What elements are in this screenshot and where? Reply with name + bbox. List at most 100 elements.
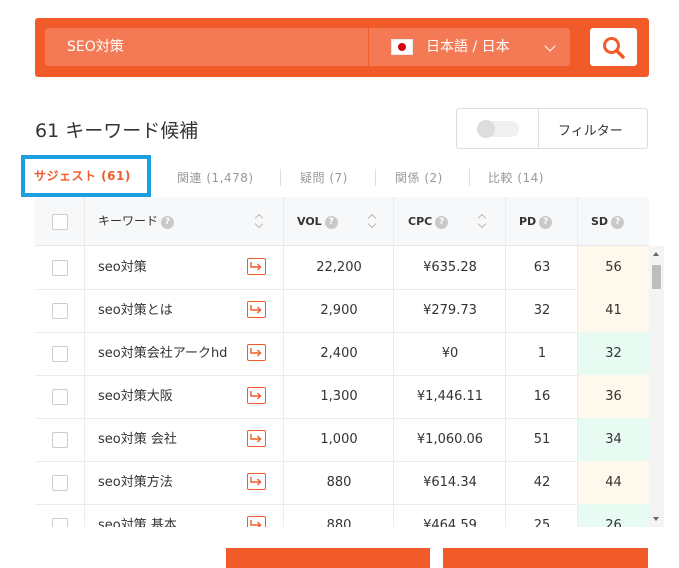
col-sd-label: SD (591, 215, 609, 228)
table-row: seo対策方法 880 ¥614.34 42 44 (35, 461, 649, 505)
cpc-cell: ¥1,446.11 (416, 389, 484, 404)
bottom-action-button-left[interactable] (226, 548, 430, 568)
table-row: seo対策とは 2,900 ¥279.73 32 41 (35, 289, 649, 333)
pd-cell: 1 (537, 346, 547, 361)
vol-cell: 22,200 (316, 260, 362, 275)
vol-cell: 880 (326, 475, 352, 490)
pd-cell: 42 (533, 475, 551, 490)
tab-suggest[interactable]: サジェスト (61) (21, 155, 151, 197)
row-checkbox[interactable] (52, 389, 68, 405)
column-divider (84, 197, 85, 527)
pd-cell: 32 (533, 303, 551, 318)
keyword-input[interactable]: SEO対策 (45, 28, 368, 66)
vol-cell: 2,400 (320, 346, 358, 361)
keyword-cell: seo対策 基本 (98, 518, 177, 527)
keyword-cell: seo対策大阪 (98, 389, 173, 404)
tab-related[interactable]: 関連 (1,478) (177, 169, 254, 186)
chevron-down-icon (544, 40, 556, 52)
vol-cell: 1,000 (320, 432, 358, 447)
japan-flag-icon (391, 39, 413, 55)
tab-divider (280, 169, 281, 186)
column-divider (283, 197, 284, 527)
search-bar: SEO対策 日本語 / 日本 (35, 18, 649, 77)
scroll-up-icon[interactable] (653, 252, 659, 256)
table-row: seo対策 基本 880 ¥464.59 25 26 (35, 504, 649, 527)
tab-questions[interactable]: 疑問 (7) (300, 169, 348, 186)
row-checkbox[interactable] (52, 432, 68, 448)
row-checkbox[interactable] (52, 475, 68, 491)
external-link-icon[interactable] (247, 301, 266, 318)
keyword-table: キーワード? VOL? CPC? PD? SD? seo対策 22,200 ¥635… (35, 197, 649, 527)
col-pd-label: PD (519, 215, 537, 228)
sort-icon[interactable] (255, 213, 263, 229)
row-checkbox[interactable] (52, 346, 68, 362)
search-icon (603, 37, 625, 59)
tab-comparison[interactable]: 比較 (14) (488, 169, 544, 186)
col-sd-header[interactable]: SD? (591, 197, 625, 245)
column-divider (505, 197, 506, 527)
external-link-icon[interactable] (247, 344, 266, 361)
sd-cell: 44 (578, 461, 649, 504)
cpc-cell: ¥279.73 (423, 303, 477, 318)
col-keyword-header[interactable]: キーワード? (98, 197, 175, 245)
vol-cell: 1,300 (320, 389, 358, 404)
column-divider (577, 197, 578, 527)
col-cpc-label: CPC (408, 215, 433, 228)
sd-cell: 32 (578, 332, 649, 375)
pd-cell: 16 (533, 389, 551, 404)
keyword-cell: seo対策 (98, 260, 147, 275)
filter-toggle[interactable] (477, 120, 519, 138)
sort-icon[interactable] (478, 213, 486, 229)
pd-cell: 63 (533, 260, 551, 275)
cpc-cell: ¥464.59 (423, 518, 477, 527)
external-link-icon[interactable] (247, 516, 266, 527)
col-keyword-label: キーワード (98, 214, 159, 228)
table-header: キーワード? VOL? CPC? PD? SD? (35, 197, 649, 246)
toggle-knob (477, 120, 495, 138)
table-row: seo対策 会社 1,000 ¥1,060.06 51 34 (35, 418, 649, 462)
result-tabs: サジェスト (61) 関連 (1,478) 疑問 (7) 関係 (2) 比較 (… (20, 155, 660, 197)
keyword-cell: seo対策会社アークhd (98, 346, 228, 361)
tab-divider (375, 169, 376, 186)
sd-cell: 26 (578, 504, 649, 527)
help-icon[interactable]: ? (324, 216, 338, 229)
col-vol-header[interactable]: VOL? (297, 197, 338, 245)
vol-cell: 2,900 (320, 303, 358, 318)
scroll-thumb[interactable] (652, 265, 661, 289)
cpc-cell: ¥635.28 (423, 260, 477, 275)
help-icon[interactable]: ? (611, 216, 625, 229)
table-scrollbar[interactable] (649, 246, 664, 527)
row-checkbox[interactable] (52, 518, 68, 527)
external-link-icon[interactable] (247, 430, 266, 447)
help-icon[interactable]: ? (539, 216, 553, 229)
table-row: seo対策 22,200 ¥635.28 63 56 (35, 246, 649, 290)
help-icon[interactable]: ? (435, 216, 449, 229)
keyword-cell: seo対策方法 (98, 475, 173, 490)
external-link-icon[interactable] (247, 387, 266, 404)
external-link-icon[interactable] (247, 258, 266, 275)
tab-relations[interactable]: 関係 (2) (395, 169, 443, 186)
sort-icon[interactable] (368, 213, 376, 229)
help-icon[interactable]: ? (161, 216, 175, 229)
row-checkbox[interactable] (52, 260, 68, 276)
cpc-cell: ¥1,060.06 (416, 432, 484, 447)
keyword-cell: seo対策 会社 (98, 432, 177, 447)
select-all-checkbox[interactable] (52, 214, 68, 230)
external-link-icon[interactable] (247, 473, 266, 490)
language-select[interactable]: 日本語 / 日本 (369, 28, 570, 66)
results-count-title: 61 キーワード候補 (35, 120, 199, 142)
bottom-action-button-right[interactable] (443, 548, 648, 568)
keyword-cell: seo対策とは (98, 303, 173, 318)
row-checkbox[interactable] (52, 303, 68, 319)
col-vol-label: VOL (297, 215, 322, 228)
scroll-down-icon[interactable] (653, 517, 659, 521)
search-button[interactable] (590, 28, 637, 66)
language-label: 日本語 / 日本 (426, 39, 510, 55)
vol-cell: 880 (326, 518, 352, 527)
table-row: seo対策大阪 1,300 ¥1,446.11 16 36 (35, 375, 649, 419)
col-pd-header[interactable]: PD? (519, 197, 553, 245)
filter-button[interactable]: フィルター (558, 120, 623, 139)
col-cpc-header[interactable]: CPC? (408, 197, 449, 245)
pd-cell: 25 (533, 518, 551, 527)
filter-divider (538, 109, 539, 148)
